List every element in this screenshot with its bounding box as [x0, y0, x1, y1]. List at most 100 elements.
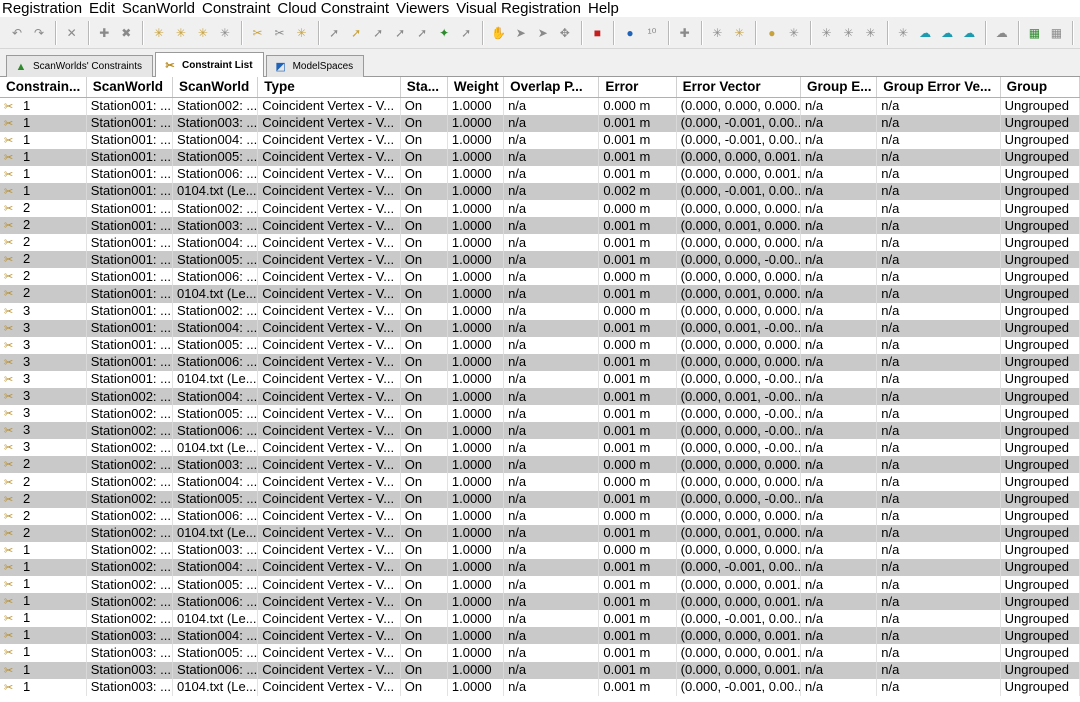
- unify-minus-icon[interactable]: ✳: [862, 24, 880, 42]
- column-header[interactable]: Error: [598, 77, 677, 98]
- hand-icon[interactable]: ✋: [490, 24, 508, 42]
- menu-constraint[interactable]: Constraint: [200, 0, 275, 17]
- pick-vertex-icon[interactable]: ➚: [369, 24, 387, 42]
- pick-face-icon[interactable]: ➚: [457, 24, 475, 42]
- column-header[interactable]: Constrain...: [0, 77, 87, 98]
- cursor-select-icon[interactable]: ➤: [534, 24, 552, 42]
- pick-icon[interactable]: ➚: [325, 24, 343, 42]
- cloud-blue-icon[interactable]: ☁: [916, 24, 934, 42]
- remove-scanworld-icon[interactable]: ✖: [117, 24, 135, 42]
- table-row[interactable]: ✂ 2 Station002: ... Station006: ... Coincide…: [0, 507, 1080, 525]
- cursor-icon[interactable]: ➤: [512, 24, 530, 42]
- column-header[interactable]: Group Error Ve...: [876, 77, 1001, 98]
- constraint-toggle-icon[interactable]: ✂: [249, 24, 267, 42]
- table-row[interactable]: ✂ 3 Station001: ... Station004: ... Coincide…: [0, 319, 1080, 337]
- table-row[interactable]: ✂ 3 Station002: ... 0104.txt (Le... Coincide…: [0, 439, 1080, 457]
- menu-registration[interactable]: Registration: [0, 0, 87, 17]
- unify-icon[interactable]: ✳: [818, 24, 836, 42]
- table-row[interactable]: ✂ 2 Station001: ... 0104.txt (Le... Coincide…: [0, 285, 1080, 303]
- menu-help[interactable]: Help: [586, 0, 624, 17]
- table-row[interactable]: ✂ 3 Station002: ... Station004: ... Coincide…: [0, 388, 1080, 406]
- register-icon[interactable]: ✳: [708, 24, 726, 42]
- menu-scanworld[interactable]: ScanWorld: [120, 0, 200, 17]
- tab-constraint-list[interactable]: ✂ Constraint List: [155, 52, 264, 77]
- table-row[interactable]: ✂ 1 Station003: ... Station006: ... Coincide…: [0, 661, 1080, 679]
- add-scanworld-icon[interactable]: ✚: [95, 24, 113, 42]
- pick-edge-icon[interactable]: ➚: [391, 24, 409, 42]
- constraint-auto-icon[interactable]: ✳: [172, 24, 190, 42]
- constraint-weight-icon[interactable]: ✳: [293, 24, 311, 42]
- move-icon[interactable]: ✥: [556, 24, 574, 42]
- table-row[interactable]: ✂ 1 Station001: ... 0104.txt (Le... Coincide…: [0, 182, 1080, 200]
- unify-plus-icon[interactable]: ✳: [840, 24, 858, 42]
- table-row[interactable]: ✂ 2 Station002: ... Station005: ... Coincide…: [0, 490, 1080, 508]
- pick-target-icon[interactable]: ➚: [347, 24, 365, 42]
- table-row[interactable]: ✂ 1 Station002: ... 0104.txt (Le... Coincide…: [0, 610, 1080, 628]
- table-row[interactable]: ✂ 1 Station002: ... Station003: ... Coincide…: [0, 541, 1080, 559]
- table-row[interactable]: ✂ 1 Station001: ... Station003: ... Coincide…: [0, 114, 1080, 132]
- table-row[interactable]: ✂ 1 Station001: ... Station005: ... Coincide…: [0, 148, 1080, 166]
- table-row[interactable]: ✂ 1 Station001: ... Station006: ... Coincide…: [0, 165, 1080, 183]
- undo-icon[interactable]: ↶: [8, 24, 26, 42]
- table-row[interactable]: ✂ 3 Station001: ... Station005: ... Coincide…: [0, 336, 1080, 354]
- optimize-icon[interactable]: ●: [763, 24, 781, 42]
- column-header[interactable]: Group E...: [800, 77, 878, 98]
- pick-color-icon[interactable]: ✦: [435, 24, 453, 42]
- pick-plane-icon[interactable]: ➚: [413, 24, 431, 42]
- column-header[interactable]: Sta...: [400, 77, 448, 98]
- column-header[interactable]: Type: [257, 77, 401, 98]
- table-row[interactable]: ✂ 1 Station001: ... Station004: ... Coincide…: [0, 131, 1080, 149]
- plus-icon[interactable]: ✚: [676, 24, 694, 42]
- cloud-down-icon[interactable]: ☁: [960, 24, 978, 42]
- table-row[interactable]: ✂ 1 Station002: ... Station005: ... Coincide…: [0, 576, 1080, 594]
- optimize-star-icon[interactable]: ✳: [785, 24, 803, 42]
- column-header[interactable]: ScanWorld: [172, 77, 259, 98]
- table-row[interactable]: ✂ 2 Station001: ... Station005: ... Coincide…: [0, 251, 1080, 269]
- column-header[interactable]: Weight: [447, 77, 505, 98]
- menu-cloud-constraint[interactable]: Cloud Constraint: [275, 0, 394, 17]
- cloud-icon[interactable]: ✳: [894, 24, 912, 42]
- table-row[interactable]: ✂ 3 Station001: ... Station006: ... Coincide…: [0, 353, 1080, 371]
- table-row[interactable]: ✂ 2 Station001: ... Station002: ... Coincide…: [0, 199, 1080, 218]
- table-row[interactable]: ✂ 1 Station003: ... 0104.txt (Le... Coincide…: [0, 678, 1080, 696]
- tab-scanworlds-constraints[interactable]: ▲ ScanWorlds' Constraints: [6, 55, 153, 77]
- redo-icon[interactable]: ↷: [30, 24, 48, 42]
- toolbar-separator: [809, 20, 811, 45]
- table-row[interactable]: ✂ 2 Station001: ... Station004: ... Coincide…: [0, 234, 1080, 252]
- delete-icon[interactable]: ✕: [63, 24, 81, 42]
- register-auto-icon[interactable]: ✳: [730, 24, 748, 42]
- table-row[interactable]: ✂ 2 Station001: ... Station006: ... Coincide…: [0, 268, 1080, 286]
- menu-visual-registration[interactable]: Visual Registration: [454, 0, 586, 17]
- cloud-settings-icon[interactable]: ☁: [993, 24, 1011, 42]
- table-row[interactable]: ✂ 1 Station003: ... Station004: ... Coincide…: [0, 627, 1080, 645]
- table-row[interactable]: ✂ 3 Station001: ... Station002: ... Coincide…: [0, 302, 1080, 320]
- table-row[interactable]: ✂ 1 Station001: ... Station002: ... Coincide…: [0, 97, 1080, 115]
- table-row[interactable]: ✂ 2 Station002: ... Station004: ... Coincide…: [0, 473, 1080, 491]
- menu-edit[interactable]: Edit: [87, 0, 120, 17]
- tab-modelspaces[interactable]: ◩ ModelSpaces: [265, 55, 365, 77]
- table-row[interactable]: ✂ 1 Station002: ... Station004: ... Coincide…: [0, 558, 1080, 577]
- table-row[interactable]: ✂ 1 Station003: ... Station005: ... Coincide…: [0, 644, 1080, 662]
- table-row[interactable]: ✂ 2 Station001: ... Station003: ... Coincide…: [0, 217, 1080, 235]
- cloud-sync-icon[interactable]: ☁: [938, 24, 956, 42]
- table-row[interactable]: ✂ 1 Station002: ... Station006: ... Coincide…: [0, 593, 1080, 611]
- menu-viewers[interactable]: Viewers: [394, 0, 454, 17]
- table-row[interactable]: ✂ 3 Station002: ... Station006: ... Coincide…: [0, 422, 1080, 440]
- column-header[interactable]: Overlap P...: [503, 77, 600, 98]
- table-row[interactable]: ✂ 2 Station002: ... 0104.txt (Le... Coincide…: [0, 524, 1080, 542]
- column-header[interactable]: Group: [1000, 77, 1080, 98]
- table-row[interactable]: ✂ 3 Station002: ... Station005: ... Coincide…: [0, 405, 1080, 423]
- lock-icon[interactable]: ■: [588, 24, 606, 42]
- table-row[interactable]: ✂ 3 Station001: ... 0104.txt (Le... Coincide…: [0, 370, 1080, 388]
- constraint-add-icon[interactable]: ✳: [150, 24, 168, 42]
- table-row[interactable]: ✂ 2 Station002: ... Station003: ... Coincide…: [0, 456, 1080, 474]
- constraint-group-icon[interactable]: ✂: [271, 24, 289, 42]
- globe-icon[interactable]: ●: [621, 24, 639, 42]
- constraint-link-icon[interactable]: ✳: [194, 24, 212, 42]
- column-header[interactable]: ScanWorld: [86, 77, 174, 98]
- constraint-cloud-icon[interactable]: ✳: [216, 24, 234, 42]
- column-header[interactable]: Error Vector: [676, 77, 802, 98]
- grid-dots-icon[interactable]: ▦: [1047, 24, 1065, 42]
- grid-icon[interactable]: ▦: [1025, 24, 1043, 42]
- scan-count-icon[interactable]: ¹⁰: [643, 24, 661, 42]
